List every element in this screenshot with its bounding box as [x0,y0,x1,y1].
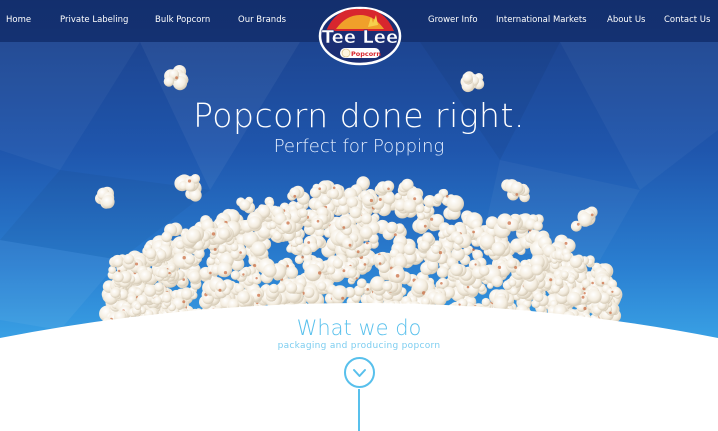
chevron-down-icon [353,369,366,377]
scroll-indicator-line [358,389,360,431]
scroll-down-button[interactable] [344,357,375,388]
what-we-do-subheading: packaging and producing popcorn [277,341,441,351]
what-we-do-heading: What we do [296,316,422,340]
hero-banner: Home Private Labeling Bulk Popcorn Our B… [0,0,718,431]
